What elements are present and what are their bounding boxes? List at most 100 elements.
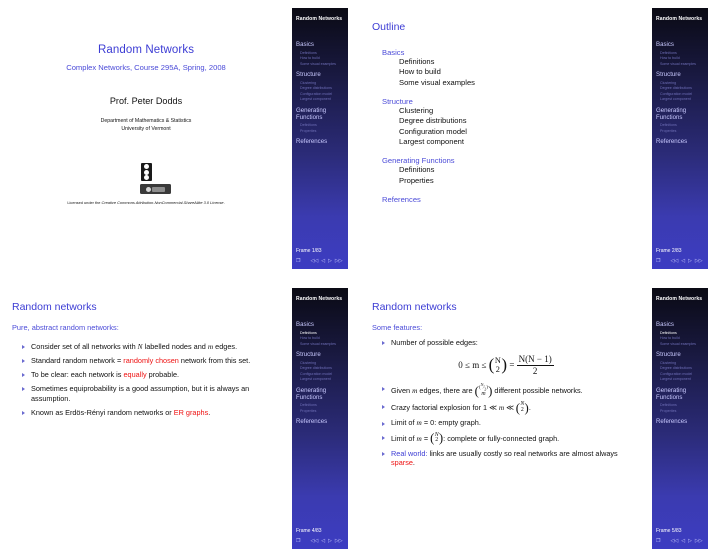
outline-item-gf-properties[interactable]: Properties (382, 176, 652, 186)
sidebar-item-how-to-build[interactable]: How to build (656, 336, 708, 340)
sidebar-item-clustering[interactable]: Clustering (656, 361, 708, 365)
sidebar-item-clustering[interactable]: Clustering (296, 81, 348, 85)
sidebar-item-gf-definitions[interactable]: Definitions (656, 403, 708, 407)
sidebar-section-basics[interactable]: Basics (656, 42, 708, 49)
sidebar-section-generating-functions[interactable]: Generating Functions (296, 107, 348, 122)
sidebar-nav[interactable]: Basics Definitions How to build Some vis… (292, 322, 348, 425)
first-slide-icon[interactable]: ◁◁ (670, 538, 678, 544)
sidebar-nav[interactable]: Basics Definitions How to build Some vis… (652, 42, 708, 145)
book-icon[interactable]: ❐ (656, 538, 660, 544)
sidebar-item-largest-component[interactable]: Largest component (656, 377, 708, 381)
sidebar-item-degree-distributions[interactable]: Degree distributions (296, 366, 348, 370)
affiliation: Department of Mathematics & Statistics U… (0, 118, 292, 133)
sidebar-item-configuration-model[interactable]: Configuration model (296, 372, 348, 376)
sidebar-item-clustering[interactable]: Clustering (296, 361, 348, 365)
outline-item-degree-distributions[interactable]: Degree distributions (382, 116, 652, 126)
outline-section-structure[interactable]: Structure (382, 97, 652, 106)
sidebar-section-structure[interactable]: Structure (296, 351, 348, 359)
sidebar-item-degree-distributions[interactable]: Degree distributions (656, 366, 708, 370)
outline-item-definitions[interactable]: Definitions (382, 57, 652, 67)
sidebar-item-definitions[interactable]: Definitions (296, 331, 348, 335)
sidebar-item-gf-properties[interactable]: Properties (296, 129, 348, 133)
prev-slide-icon[interactable]: ◁ (681, 258, 685, 264)
sidebar-item-gf-definitions[interactable]: Definitions (296, 123, 348, 127)
sidebar-item-some-visual-examples[interactable]: Some visual examples (656, 62, 708, 66)
outline-section-basics[interactable]: Basics (382, 48, 652, 57)
sidebar-item-largest-component[interactable]: Largest component (656, 97, 708, 101)
next-slide-icon[interactable]: ▷ (328, 258, 332, 264)
prev-slide-icon[interactable]: ◁ (321, 258, 325, 264)
sidebar-item-largest-component[interactable]: Largest component (296, 97, 348, 101)
sidebar-section-structure[interactable]: Structure (296, 71, 348, 79)
nav-icon-row[interactable]: ❐ ◁◁ ◁ ▷ ▷▷ (656, 258, 706, 264)
sidebar-section-basics[interactable]: Basics (296, 42, 348, 49)
outline-item-gf-definitions[interactable]: Definitions (382, 165, 652, 175)
sidebar-item-gf-properties[interactable]: Properties (296, 409, 348, 413)
nav-icon-row[interactable]: ❐ ◁◁ ◁ ▷ ▷▷ (656, 538, 706, 544)
prev-slide-icon[interactable]: ◁ (681, 538, 685, 544)
book-icon[interactable]: ❐ (656, 258, 660, 264)
sidebar-item-clustering[interactable]: Clustering (656, 81, 708, 85)
first-slide-icon[interactable]: ◁◁ (670, 258, 678, 264)
next-slide-icon[interactable]: ▷ (328, 538, 332, 544)
sidebar-section-basics[interactable]: Basics (656, 322, 708, 329)
slide-5-random-networks-features[interactable]: Random networks Some features: Number of… (360, 288, 708, 549)
book-icon[interactable]: ❐ (296, 538, 300, 544)
sidebar-item-some-visual-examples[interactable]: Some visual examples (296, 62, 348, 66)
sidebar-item-definitions[interactable]: Definitions (656, 51, 708, 55)
outline-item-how-to-build[interactable]: How to build (382, 67, 652, 77)
sidebar-section-structure[interactable]: Structure (656, 351, 708, 359)
outline-section-references[interactable]: References (382, 195, 652, 204)
sidebar-item-some-visual-examples[interactable]: Some visual examples (296, 342, 348, 346)
sidebar-section-generating-functions[interactable]: Generating Functions (656, 387, 708, 402)
sidebar-item-degree-distributions[interactable]: Degree distributions (296, 86, 348, 90)
sidebar-section-basics[interactable]: Basics (296, 322, 348, 329)
first-slide-icon[interactable]: ◁◁ (310, 258, 318, 264)
last-slide-icon[interactable]: ▷▷ (695, 258, 703, 264)
nav-icon-row[interactable]: ❐ ◁◁ ◁ ▷ ▷▷ (296, 538, 346, 544)
sidebar-section-structure[interactable]: Structure (656, 71, 708, 79)
outline-item-configuration-model[interactable]: Configuration model (382, 127, 652, 137)
next-slide-icon[interactable]: ▷ (688, 258, 692, 264)
sidebar-section-references[interactable]: References (296, 418, 348, 426)
sidebar-item-gf-definitions[interactable]: Definitions (296, 403, 348, 407)
sidebar-section-references[interactable]: References (296, 138, 348, 146)
sidebar-item-degree-distributions[interactable]: Degree distributions (656, 86, 708, 90)
fraction-denominator: 2 (532, 366, 538, 377)
sidebar-item-how-to-build[interactable]: How to build (296, 336, 348, 340)
last-slide-icon[interactable]: ▷▷ (335, 258, 343, 264)
sidebar-item-how-to-build[interactable]: How to build (656, 56, 708, 60)
outline-item-largest-component[interactable]: Largest component (382, 137, 652, 147)
sidebar-item-gf-properties[interactable]: Properties (656, 409, 708, 413)
slide-1-title[interactable]: Random Networks Complex Networks, Course… (0, 8, 348, 269)
sidebar-item-configuration-model[interactable]: Configuration model (656, 92, 708, 96)
sidebar-item-gf-definitions[interactable]: Definitions (656, 123, 708, 127)
outline-item-clustering[interactable]: Clustering (382, 106, 652, 116)
sidebar-section-generating-functions[interactable]: Generating Functions (656, 107, 708, 122)
outline-section-generating-functions[interactable]: Generating Functions (382, 156, 652, 165)
next-slide-icon[interactable]: ▷ (688, 538, 692, 544)
sidebar-item-definitions[interactable]: Definitions (656, 331, 708, 335)
slide-2-outline[interactable]: Outline Basics Definitions How to build … (360, 8, 708, 269)
sidebar-item-how-to-build[interactable]: How to build (296, 56, 348, 60)
sidebar-item-definitions[interactable]: Definitions (296, 51, 348, 55)
sidebar-item-configuration-model[interactable]: Configuration model (656, 372, 708, 376)
sidebar-item-configuration-model[interactable]: Configuration model (296, 92, 348, 96)
sidebar-item-gf-properties[interactable]: Properties (656, 129, 708, 133)
sidebar-section-generating-line-2: Functions (296, 113, 323, 121)
last-slide-icon[interactable]: ▷▷ (335, 538, 343, 544)
sidebar-section-references[interactable]: References (656, 418, 708, 426)
sidebar-nav[interactable]: Basics Definitions How to build Some vis… (292, 42, 348, 145)
slide-4-random-networks[interactable]: Random networks Pure, abstract random ne… (0, 288, 348, 549)
book-icon[interactable]: ❐ (296, 258, 300, 264)
sidebar-nav[interactable]: Basics Definitions How to build Some vis… (652, 322, 708, 425)
sidebar-item-some-visual-examples[interactable]: Some visual examples (656, 342, 708, 346)
sidebar-section-generating-functions[interactable]: Generating Functions (296, 387, 348, 402)
last-slide-icon[interactable]: ▷▷ (695, 538, 703, 544)
sidebar-section-references[interactable]: References (656, 138, 708, 146)
nav-icon-row[interactable]: ❐ ◁◁ ◁ ▷ ▷▷ (296, 258, 346, 264)
outline-item-some-visual-examples[interactable]: Some visual examples (382, 78, 652, 88)
prev-slide-icon[interactable]: ◁ (321, 538, 325, 544)
first-slide-icon[interactable]: ◁◁ (310, 538, 318, 544)
sidebar-item-largest-component[interactable]: Largest component (296, 377, 348, 381)
